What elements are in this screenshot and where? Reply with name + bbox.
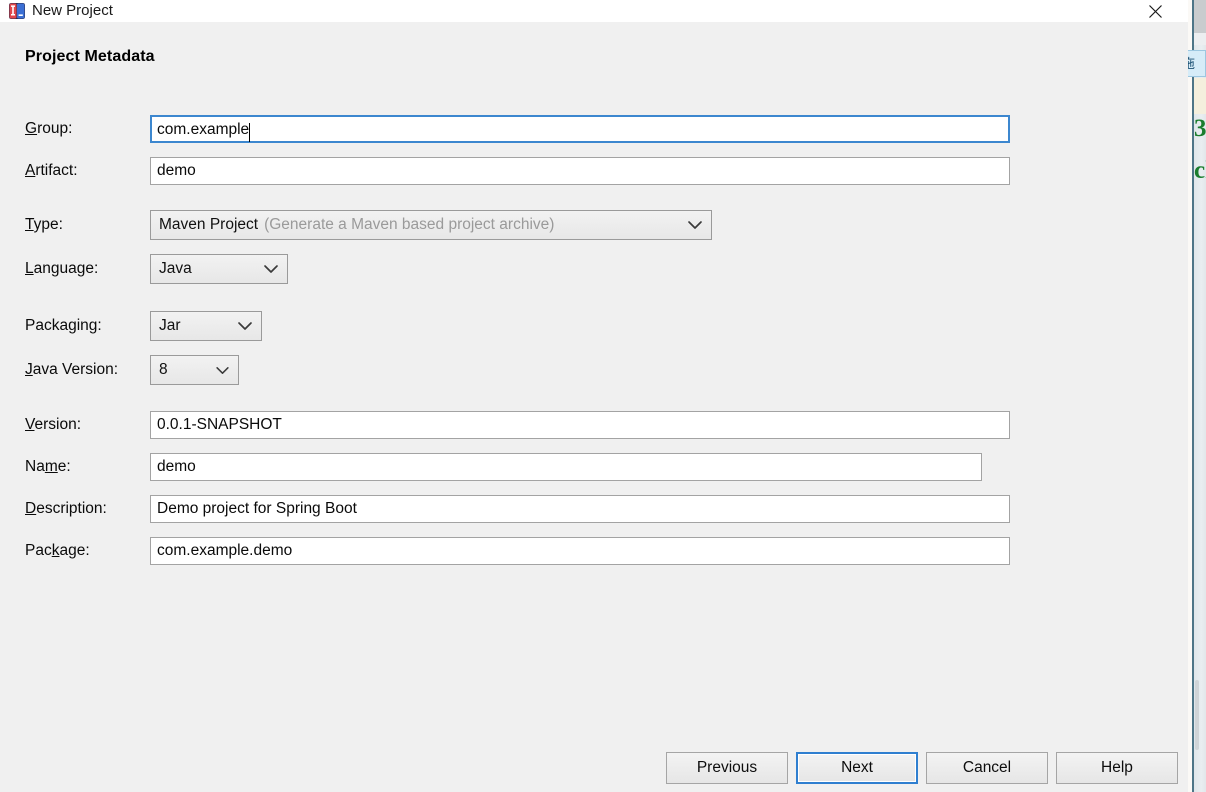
- field-row-packaging: Packaging: Jar: [0, 311, 1188, 341]
- label-package: Package:: [25, 542, 90, 559]
- field-row-type: Type: Maven Project (Generate a Maven ba…: [0, 210, 1188, 240]
- package-input-value: com.example.demo: [157, 542, 293, 559]
- new-project-dialog: New Project Project Metadata Group: com.…: [0, 0, 1188, 792]
- label-type: Type:: [25, 216, 63, 233]
- text-caret: [249, 123, 251, 143]
- description-input-value: Demo project for Spring Boot: [157, 500, 357, 517]
- label-group: Group:: [25, 120, 73, 137]
- cancel-button[interactable]: Cancel: [926, 752, 1048, 784]
- type-combo[interactable]: Maven Project (Generate a Maven based pr…: [150, 210, 712, 240]
- label-name: Name:: [25, 458, 71, 475]
- java-version-combo-value: 8: [159, 361, 168, 378]
- help-button[interactable]: Help: [1056, 752, 1178, 784]
- label-description: Description:: [25, 500, 107, 517]
- name-input[interactable]: demo: [150, 453, 982, 481]
- chevron-down-icon: [215, 356, 230, 384]
- intellij-idea-icon: [9, 3, 25, 19]
- java-version-combo[interactable]: 8: [150, 355, 239, 385]
- field-row-version: Version: 0.0.1-SNAPSHOT: [0, 411, 1188, 439]
- chevron-down-icon: [263, 255, 279, 283]
- description-input[interactable]: Demo project for Spring Boot: [150, 495, 1010, 523]
- group-input-value: com.example: [157, 121, 250, 138]
- page-title: Project Metadata: [25, 48, 155, 65]
- chevron-down-icon: [687, 211, 703, 239]
- background-tabbar: [1194, 33, 1206, 45]
- dialog-title: New Project: [32, 2, 113, 19]
- field-row-package: Package: com.example.demo: [0, 537, 1188, 565]
- packaging-combo[interactable]: Jar: [150, 311, 262, 341]
- dialog-button-bar: Previous Next Cancel Help: [0, 744, 1188, 792]
- dialog-content: Project Metadata Group: com.example Arti…: [0, 22, 1188, 792]
- close-icon[interactable]: [1132, 0, 1178, 22]
- background-code-line-2: ch: [1194, 158, 1206, 184]
- label-packaging: Packaging:: [25, 317, 102, 334]
- group-input[interactable]: com.example: [150, 115, 1010, 143]
- packaging-combo-value: Jar: [159, 317, 181, 334]
- screen: 3. ch 拖: [0, 0, 1206, 792]
- label-artifact: Artifact:: [25, 162, 78, 179]
- background-scrollbar-thumb[interactable]: [1195, 680, 1199, 750]
- field-row-artifact: Artifact: demo: [0, 157, 1188, 185]
- language-combo[interactable]: Java: [150, 254, 288, 284]
- background-application: 3. ch: [1186, 0, 1206, 792]
- field-row-language: Language: Java: [0, 254, 1188, 284]
- language-combo-value: Java: [159, 260, 192, 277]
- artifact-input[interactable]: demo: [150, 157, 1010, 185]
- label-version: Version:: [25, 416, 82, 433]
- package-input[interactable]: com.example.demo: [150, 537, 1010, 565]
- field-row-name: Name: demo: [0, 453, 1188, 481]
- dialog-titlebar: New Project: [0, 0, 1188, 22]
- background-toolbar: [1194, 0, 1206, 33]
- label-language: Language:: [25, 260, 99, 277]
- background-code-line-1: 3.: [1194, 116, 1206, 142]
- name-input-value: demo: [157, 458, 196, 475]
- type-combo-hint: (Generate a Maven based project archive): [264, 216, 555, 233]
- artifact-input-value: demo: [157, 162, 196, 179]
- field-row-java-version: Java Version: 8: [0, 355, 1188, 385]
- version-input-value: 0.0.1-SNAPSHOT: [157, 416, 282, 433]
- chevron-down-icon: [237, 312, 253, 340]
- label-java-version: Java Version:: [25, 361, 119, 378]
- next-button[interactable]: Next: [796, 752, 918, 784]
- previous-button[interactable]: Previous: [666, 752, 788, 784]
- version-input[interactable]: 0.0.1-SNAPSHOT: [150, 411, 1010, 439]
- type-combo-value: Maven Project: [159, 216, 259, 233]
- background-highlight-band: [1194, 78, 1206, 114]
- field-row-group: Group: com.example: [0, 115, 1188, 143]
- field-row-description: Description: Demo project for Spring Boo…: [0, 495, 1188, 523]
